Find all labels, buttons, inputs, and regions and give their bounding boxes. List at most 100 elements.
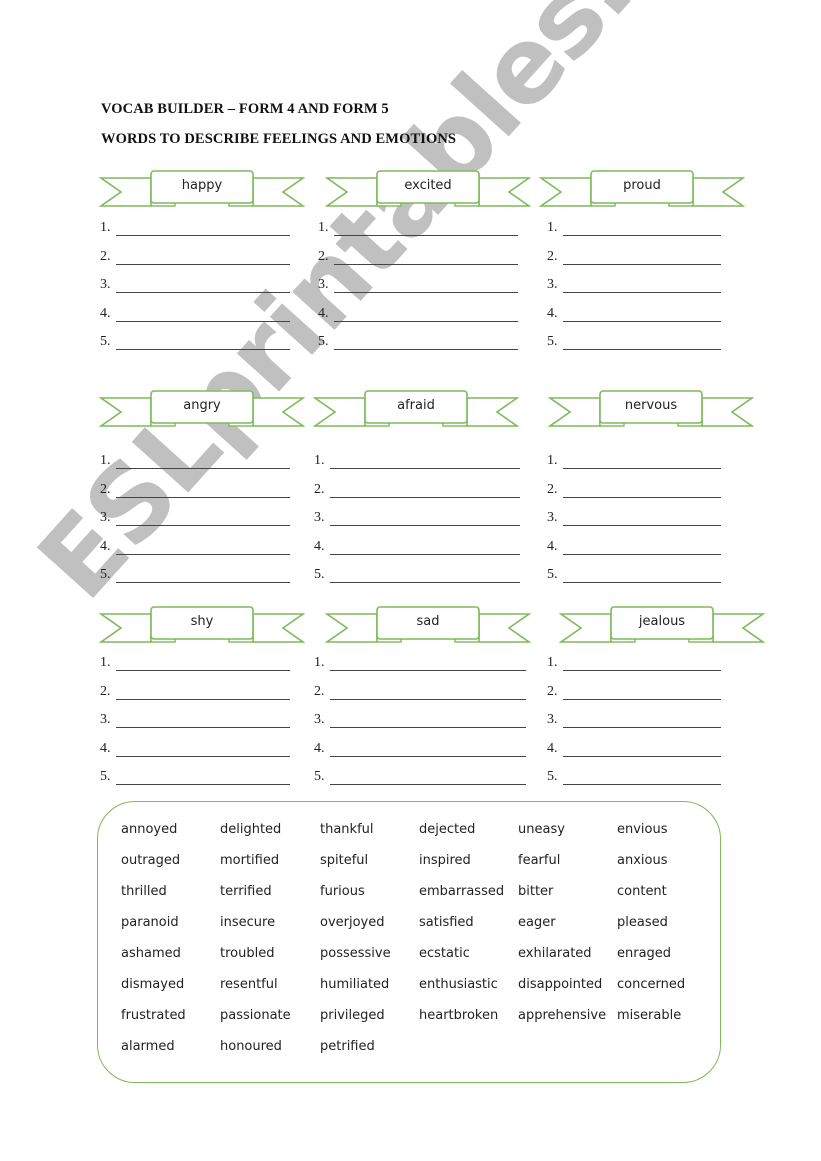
answer-line[interactable]: 2. (547, 249, 747, 269)
answer-blank[interactable] (563, 235, 721, 236)
answer-line[interactable]: 1. (314, 655, 526, 675)
answer-line[interactable]: 5. (547, 769, 747, 789)
answer-blank[interactable] (330, 727, 526, 728)
answer-line[interactable]: 3. (100, 277, 300, 297)
word-bank-item: thrilled (121, 884, 167, 899)
answer-blank[interactable] (116, 525, 290, 526)
answer-blank[interactable] (330, 582, 520, 583)
answer-blank[interactable] (334, 235, 518, 236)
answer-blank[interactable] (116, 292, 290, 293)
answer-line[interactable]: 1. (547, 220, 747, 240)
answer-blank[interactable] (116, 235, 290, 236)
answer-blank[interactable] (330, 496, 520, 498)
answer-line[interactable]: 1. (547, 655, 747, 675)
answer-line[interactable]: 3. (547, 510, 747, 530)
answer-blank[interactable] (563, 292, 721, 293)
answer-line[interactable]: 2. (100, 249, 300, 269)
answer-blank[interactable] (116, 698, 290, 700)
answer-line[interactable]: 1. (318, 220, 518, 240)
answer-blank[interactable] (116, 582, 290, 583)
answer-blank[interactable] (330, 755, 526, 757)
answer-line[interactable]: 4. (100, 539, 300, 559)
answer-blank[interactable] (563, 784, 721, 785)
answer-line[interactable]: 1. (100, 453, 300, 473)
answer-blank[interactable] (330, 698, 526, 700)
answer-blank[interactable] (116, 496, 290, 498)
answer-line[interactable]: 1. (314, 453, 520, 473)
line-number: 1. (100, 220, 111, 235)
answer-line[interactable]: 5. (100, 567, 300, 587)
answer-blank[interactable] (563, 320, 721, 322)
answer-blank[interactable] (116, 755, 290, 757)
word-bank-item: humiliated (320, 977, 390, 992)
answer-line[interactable]: 4. (314, 539, 520, 559)
answer-line[interactable]: 1. (100, 655, 300, 675)
answer-line[interactable]: 2. (314, 482, 520, 502)
category-label: angry (183, 398, 221, 413)
answer-blank[interactable] (330, 553, 520, 555)
answer-line[interactable]: 5. (318, 334, 518, 354)
answer-blank[interactable] (334, 292, 518, 293)
word-bank-item: fearful (518, 853, 561, 868)
answer-blank[interactable] (116, 670, 290, 671)
answer-line[interactable]: 5. (314, 567, 520, 587)
answer-line[interactable]: 3. (314, 510, 520, 530)
answer-line[interactable]: 4. (547, 539, 747, 559)
answer-blank[interactable] (563, 525, 721, 526)
answer-blank[interactable] (330, 525, 520, 526)
answer-line[interactable]: 4. (100, 741, 300, 761)
answer-line[interactable]: 3. (318, 277, 518, 297)
answer-line[interactable]: 5. (547, 567, 747, 587)
answer-line[interactable]: 5. (100, 334, 300, 354)
line-number: 2. (100, 248, 111, 264)
answer-line[interactable]: 2. (314, 684, 526, 704)
answer-blank[interactable] (563, 670, 721, 671)
line-number: 4. (318, 305, 329, 321)
answer-blank[interactable] (116, 320, 290, 322)
category-label: nervous (624, 398, 678, 413)
answer-blank[interactable] (563, 582, 721, 583)
word-bank-item: eager (518, 915, 556, 930)
answer-blank[interactable] (116, 727, 290, 728)
answer-line[interactable]: 2. (547, 482, 747, 502)
answer-line[interactable]: 5. (314, 769, 526, 789)
category-label: shy (190, 614, 214, 629)
answer-blank[interactable] (563, 755, 721, 757)
answer-blank[interactable] (334, 320, 518, 322)
answer-line[interactable]: 4. (547, 306, 747, 326)
answer-line[interactable]: 4. (318, 306, 518, 326)
answer-blank[interactable] (330, 468, 520, 469)
answer-line[interactable]: 5. (547, 334, 747, 354)
answer-blank[interactable] (563, 727, 721, 728)
answer-blank[interactable] (334, 263, 518, 265)
answer-line[interactable]: 3. (314, 712, 526, 732)
answer-line[interactable]: 5. (100, 769, 300, 789)
answer-blank[interactable] (563, 698, 721, 700)
answer-line[interactable]: 1. (100, 220, 300, 240)
answer-line[interactable]: 4. (547, 741, 747, 761)
answer-blank[interactable] (116, 349, 290, 350)
answer-blank[interactable] (563, 349, 721, 350)
answer-blank[interactable] (116, 553, 290, 555)
answer-blank[interactable] (563, 553, 721, 555)
answer-line[interactable]: 2. (318, 249, 518, 269)
answer-line[interactable]: 4. (100, 306, 300, 326)
answer-blank[interactable] (330, 670, 526, 671)
answer-line[interactable]: 3. (547, 712, 747, 732)
answer-line[interactable]: 4. (314, 741, 526, 761)
answer-blank[interactable] (563, 468, 721, 469)
answer-line[interactable]: 2. (547, 684, 747, 704)
answer-blank[interactable] (563, 496, 721, 498)
answer-line[interactable]: 2. (100, 482, 300, 502)
answer-line[interactable]: 1. (547, 453, 747, 473)
answer-line[interactable]: 3. (100, 712, 300, 732)
answer-blank[interactable] (334, 349, 518, 350)
answer-blank[interactable] (116, 263, 290, 265)
answer-blank[interactable] (563, 263, 721, 265)
answer-line[interactable]: 2. (100, 684, 300, 704)
answer-blank[interactable] (116, 468, 290, 469)
answer-line[interactable]: 3. (547, 277, 747, 297)
answer-line[interactable]: 3. (100, 510, 300, 530)
answer-blank[interactable] (116, 784, 290, 785)
answer-blank[interactable] (330, 784, 526, 785)
